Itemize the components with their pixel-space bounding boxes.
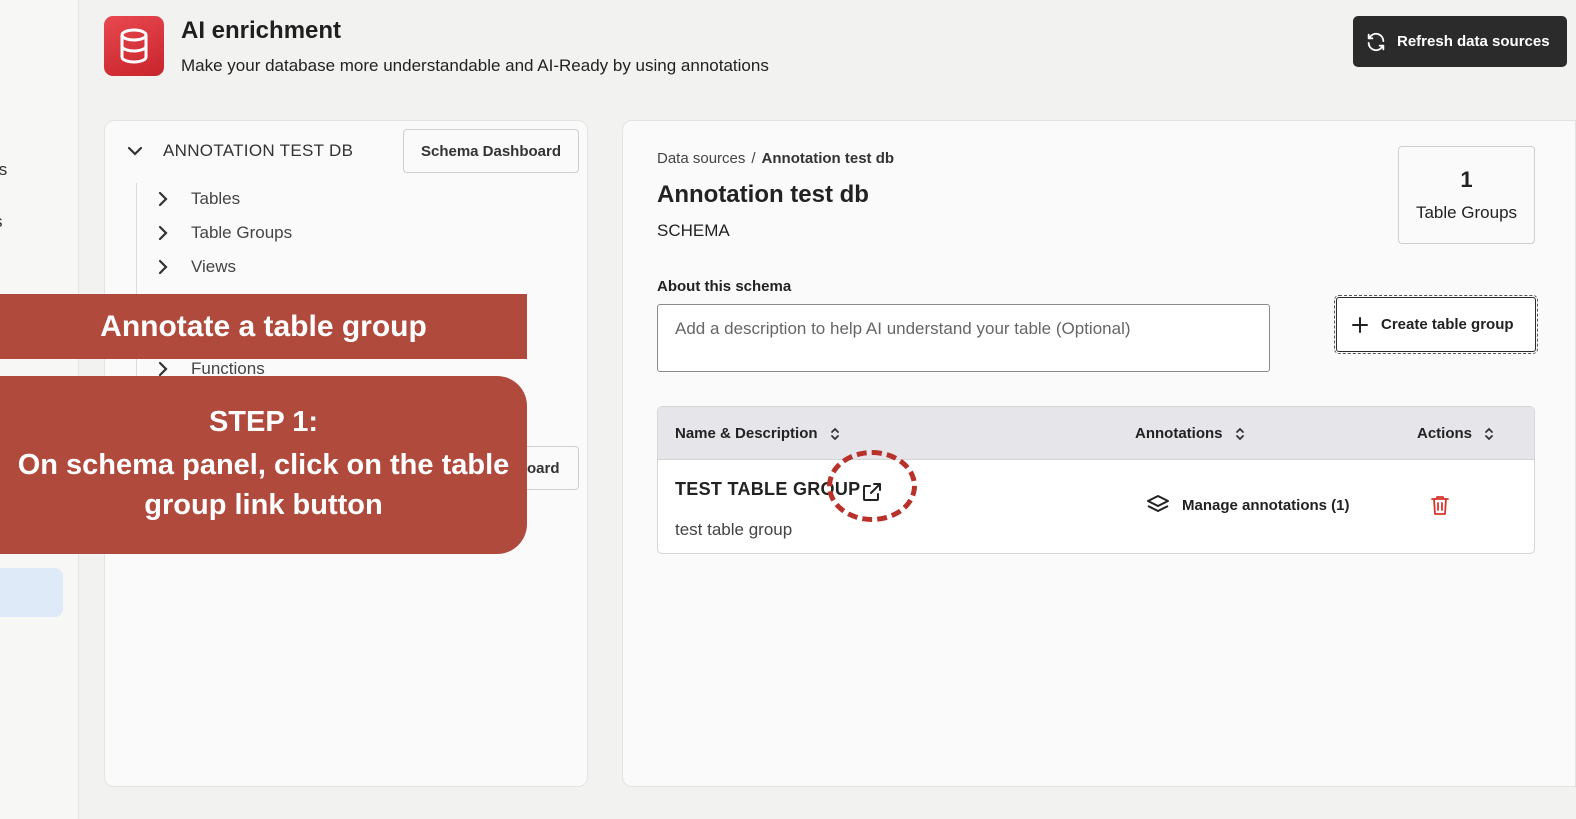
manage-annotations-button[interactable]: Manage annotations (1) — [1146, 494, 1350, 516]
sort-icon — [1235, 427, 1244, 440]
stat-label: Table Groups — [1415, 203, 1518, 222]
table-groups-table: Name & Description Annotations Actions T… — [657, 406, 1535, 554]
highlight-ring — [827, 450, 917, 522]
schema-detail-panel: Data sources / Annotation test db Annotati… — [622, 120, 1576, 787]
schema-title: Annotation test db — [657, 181, 869, 208]
db-name: ANNOTATION TEST DB — [163, 141, 354, 160]
about-schema-label: About this schema — [657, 278, 792, 295]
breadcrumb-separator: / — [751, 150, 756, 167]
sort-icon — [830, 427, 839, 440]
refresh-data-sources-button[interactable]: Refresh data sources — [1353, 16, 1567, 67]
refresh-label: Refresh data sources — [1397, 33, 1550, 50]
column-label: Annotations — [1135, 425, 1223, 442]
chevron-right-icon — [158, 191, 168, 207]
tree-item-table-groups[interactable]: Table Groups — [157, 223, 292, 243]
chevron-down-icon — [127, 146, 143, 156]
table-header: Name & Description Annotations Actions — [658, 407, 1534, 460]
chevron-right-icon — [158, 361, 168, 377]
page-subtitle: Make your database more understandable a… — [181, 56, 769, 75]
trash-icon[interactable] — [1429, 494, 1451, 516]
tutorial-banner: Annotate a table group — [0, 294, 527, 359]
chevron-right-icon — [158, 225, 168, 241]
breadcrumb-data-sources[interactable]: Data sources — [657, 150, 745, 167]
about-schema-input[interactable] — [657, 304, 1270, 372]
database-icon — [104, 16, 164, 76]
sort-icon — [1485, 427, 1493, 440]
schema-dashboard-button[interactable]: Schema Dashboard — [403, 129, 579, 173]
breadcrumb: Data sources / Annotation test db — [657, 150, 894, 167]
table-group-description: test table group — [675, 520, 793, 539]
layers-icon — [1147, 495, 1169, 512]
create-table-group-button[interactable]: Create table group — [1334, 295, 1538, 354]
create-label: Create table group — [1381, 316, 1514, 333]
column-label: Name & Description — [675, 425, 818, 442]
nav-item-active[interactable] — [0, 568, 63, 617]
breadcrumb-current: Annotation test db — [761, 150, 895, 167]
tree-item-tables[interactable]: Tables — [157, 189, 240, 209]
page-title: AI enrichment — [181, 17, 342, 44]
step-text: On schema panel, click on the table grou… — [17, 449, 510, 521]
tree-item-label: Table Groups — [191, 223, 293, 242]
manage-annotations-label: Manage annotations (1) — [1182, 496, 1350, 514]
db-tree-root[interactable]: ANNOTATION TEST DB — [127, 141, 353, 161]
schema-kind: SCHEMA — [657, 221, 730, 240]
plus-icon — [1352, 316, 1368, 333]
table-groups-stat-card: 1 Table Groups — [1398, 146, 1535, 244]
tree-item-label: Views — [191, 257, 237, 276]
column-label: Actions — [1417, 425, 1473, 442]
column-actions[interactable]: Actions — [1417, 407, 1494, 460]
step-title: STEP 1: — [208, 406, 319, 438]
tutorial-step-box: STEP 1: On schema panel, click on the ta… — [0, 376, 527, 554]
table-row: TEST TABLE GROUP test table group Manage… — [658, 450, 1534, 553]
tree-item-label: Tables — [191, 189, 241, 208]
column-annotations[interactable]: Annotations — [1135, 407, 1245, 460]
stat-value: 1 — [1460, 167, 1473, 192]
nav-item-fragment[interactable]: ts — [0, 160, 7, 180]
column-name-description[interactable]: Name & Description — [675, 407, 840, 460]
nav-item-fragment[interactable]: s — [0, 212, 3, 232]
tree-item-views[interactable]: Views — [157, 257, 236, 277]
chevron-right-icon — [158, 259, 168, 275]
refresh-icon — [1367, 32, 1385, 51]
